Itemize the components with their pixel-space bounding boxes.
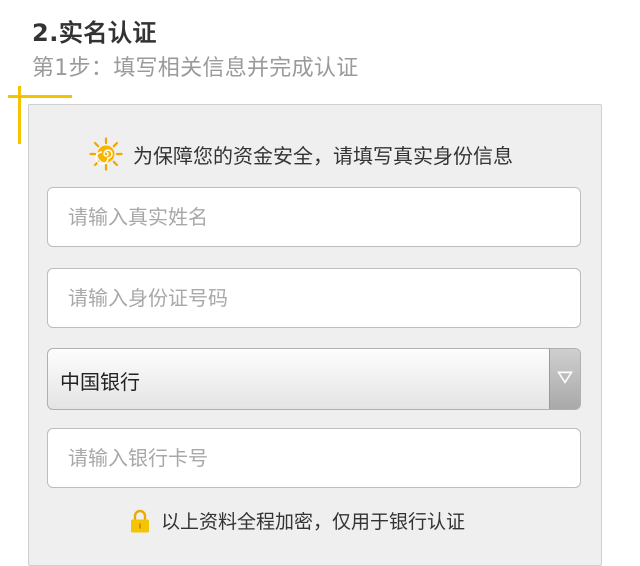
name-field[interactable] [47,187,581,247]
step-title: 2.实名认证 [32,19,157,47]
security-notice-text: 为保障您的资金安全，请填写真实身份信息 [133,143,513,168]
card-number-field[interactable] [47,428,581,488]
corner-marker-horizontal [8,95,72,98]
bank-select[interactable]: 中国银行 [47,348,581,410]
chevron-down-icon [557,371,573,384]
name-input[interactable] [48,188,580,246]
step-subtitle: 第1步：填写相关信息并完成认证 [32,56,359,81]
sun-icon [89,137,123,171]
encryption-note: 以上资料全程加密，仅用于银行认证 [129,507,465,534]
encryption-note-text: 以上资料全程加密，仅用于银行认证 [161,511,466,533]
lock-icon [129,509,151,533]
card-number-input[interactable] [48,429,580,487]
verification-card: 为保障您的资金安全，请填写真实身份信息 中国银行 以上资料全程加密，仅用于银行认… [28,104,602,566]
id-number-field[interactable] [47,268,581,328]
security-notice: 为保障您的资金安全，请填写真实身份信息 [89,137,513,171]
bank-select-value: 中国银行 [60,370,140,394]
bank-select-arrow[interactable] [549,349,580,409]
id-number-input[interactable] [48,269,580,327]
